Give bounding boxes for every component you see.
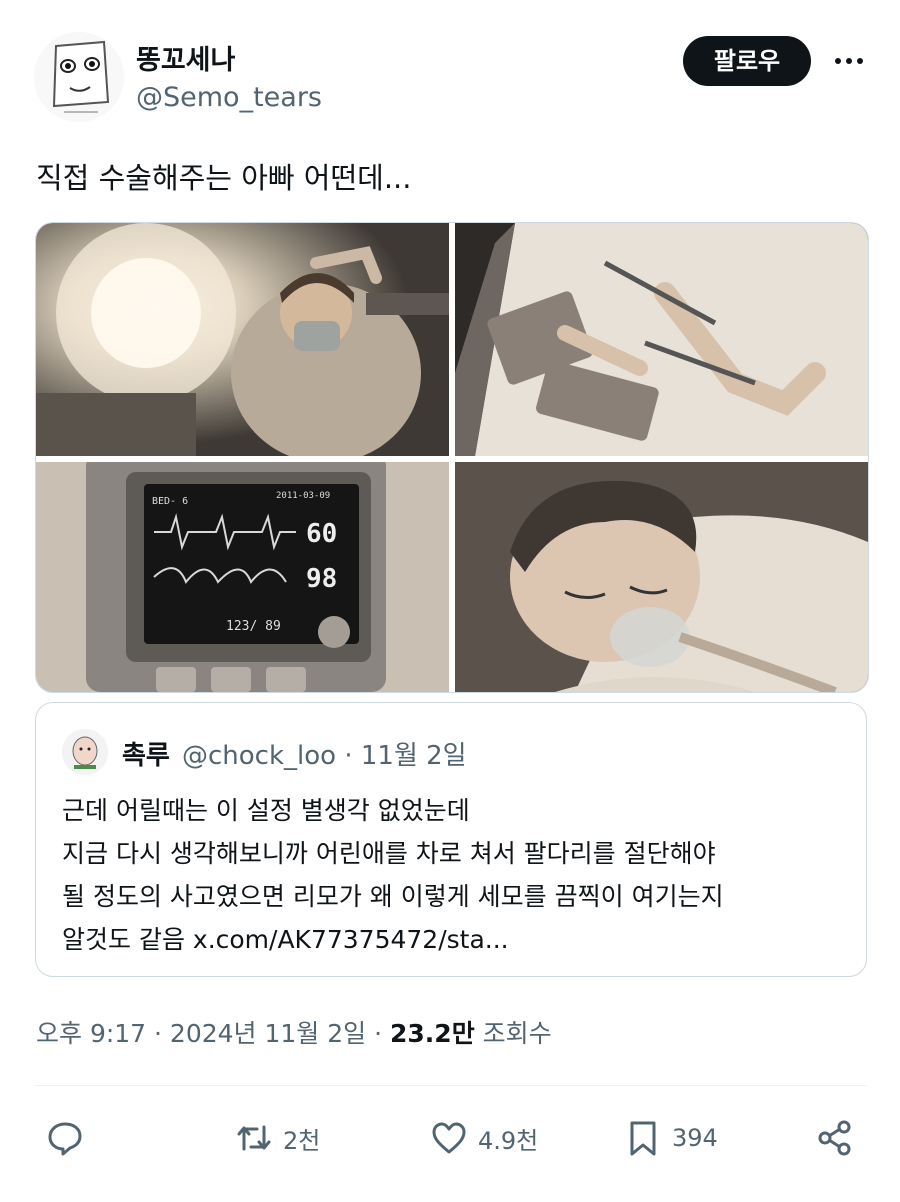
quoted-text-line: 알것도 같음 x.com/AK77375472/sta... bbox=[62, 925, 509, 954]
media-surgeon-image[interactable] bbox=[36, 223, 449, 463]
reply-icon bbox=[48, 1122, 82, 1156]
quoted-text-line: 될 정도의 사고였으면 리모가 왜 이렇게 세모를 끔찍이 여기는지 bbox=[62, 882, 724, 911]
view-label: 조회수 bbox=[474, 1019, 552, 1048]
more-icon[interactable] bbox=[832, 44, 866, 78]
quoted-tweet[interactable]: 촉루 @chock_loo · 11월 2일 근데 어릴때는 이 설정 별생각 … bbox=[35, 702, 867, 977]
media-prosthetics-image[interactable] bbox=[455, 223, 868, 456]
tweet-text: 직접 수술해주는 아빠 어떤데... bbox=[36, 161, 412, 195]
media-monitor-image[interactable]: BED- 6 2011-03-09 60 98 123/ 89 bbox=[36, 452, 449, 692]
tweet-timestamp: 오후 9:17 · 2024년 11월 2일 · 23.2만 조회수 bbox=[36, 1014, 552, 1050]
tweet-header: 똥꼬세나 @Semo_tears 팔로우 bbox=[0, 0, 900, 130]
view-count: 23.2만 bbox=[390, 1019, 475, 1048]
share-icon bbox=[818, 1120, 851, 1156]
bookmark-icon bbox=[630, 1121, 656, 1156]
monitor-spo2: 98 bbox=[306, 564, 337, 594]
quoted-author-handle-date[interactable]: @chock_loo · 11월 2일 bbox=[182, 735, 467, 772]
quoted-text-line: 지금 다시 생각해보니까 어린애를 차로 쳐서 팔다리를 절단해야 bbox=[62, 839, 716, 868]
follow-button[interactable]: 팔로우 bbox=[683, 36, 811, 86]
monitor-hr: 60 bbox=[306, 519, 337, 549]
bookmark-button[interactable]: 394 bbox=[624, 1108, 718, 1168]
retweet-icon bbox=[237, 1125, 271, 1151]
divider bbox=[35, 1085, 867, 1086]
timestamp-date[interactable]: 오후 9:17 · 2024년 11월 2일 · bbox=[36, 1019, 390, 1048]
monitor-date: 2011-03-09 bbox=[276, 491, 330, 501]
like-button[interactable]: 4.9천 bbox=[430, 1108, 538, 1168]
retweet-button[interactable]: 2천 bbox=[235, 1108, 320, 1168]
quoted-text-line: 근데 어릴때는 이 설정 별생각 없었눈데 bbox=[62, 796, 470, 825]
quoted-author-avatar[interactable] bbox=[62, 729, 108, 775]
media-grid[interactable]: BED- 6 2011-03-09 60 98 123/ 89 bbox=[35, 222, 869, 693]
quoted-author-name[interactable]: 촉루 bbox=[122, 735, 170, 772]
share-button[interactable] bbox=[816, 1108, 854, 1168]
quoted-tweet-text: 근데 어릴때는 이 설정 별생각 없었눈데 지금 다시 생각해보니까 어린애를 … bbox=[62, 789, 852, 961]
bookmark-count: 394 bbox=[672, 1124, 718, 1152]
like-icon bbox=[432, 1122, 466, 1154]
author-handle[interactable]: @Semo_tears bbox=[136, 82, 322, 113]
like-count: 4.9천 bbox=[478, 1126, 539, 1155]
author-avatar[interactable] bbox=[34, 32, 124, 122]
action-bar: 2천 4.9천 394 bbox=[0, 1108, 900, 1168]
monitor-bp: 123/ 89 bbox=[226, 619, 281, 634]
reply-button[interactable] bbox=[46, 1108, 94, 1168]
monitor-bed-label: BED- 6 bbox=[152, 496, 188, 507]
media-patient-image[interactable] bbox=[455, 462, 868, 692]
retweet-count: 2천 bbox=[283, 1126, 321, 1155]
author-name[interactable]: 똥꼬세나 bbox=[136, 38, 235, 77]
